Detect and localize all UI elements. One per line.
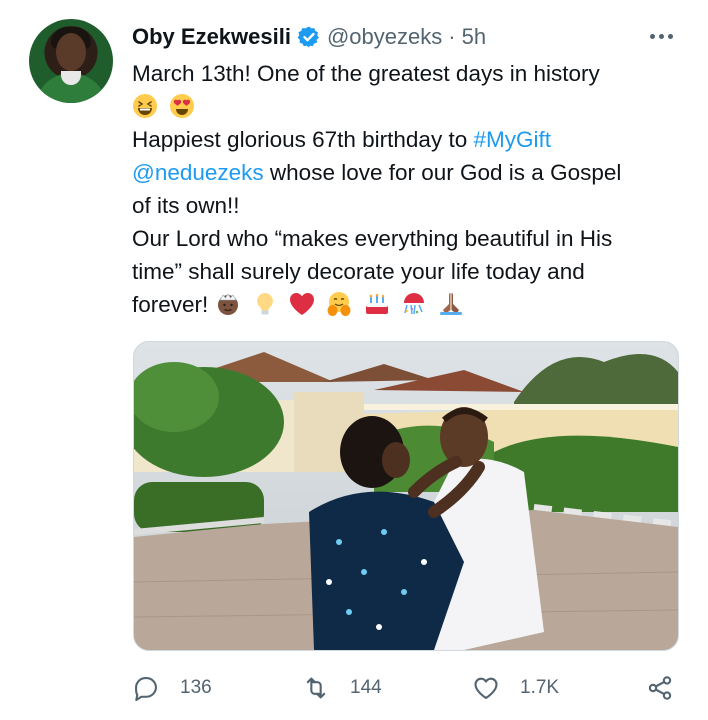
tweet-text: March 13th! One of the greatest days in … bbox=[132, 57, 692, 321]
like-button[interactable]: 1.7K bbox=[472, 668, 559, 708]
tweet-line-1: March 13th! One of the greatest days in … bbox=[132, 61, 600, 86]
reply-icon bbox=[135, 677, 157, 702]
tweet-line-8: forever! bbox=[132, 288, 692, 321]
tweet-line-8-text: forever! bbox=[132, 292, 209, 317]
tweet-actions: 136 144 1.7K bbox=[132, 668, 692, 708]
share-button[interactable] bbox=[646, 668, 694, 708]
avatar-face bbox=[56, 33, 86, 71]
reply-button[interactable]: 136 bbox=[132, 668, 212, 708]
heart-icon bbox=[474, 677, 498, 699]
tweet-line-4: @neduezeks whose love for our God is a G… bbox=[132, 156, 692, 189]
hashtag-link[interactable]: #MyGift bbox=[473, 127, 551, 152]
photo-scene bbox=[134, 342, 678, 650]
heart-eyes-face-icon bbox=[170, 94, 195, 118]
tweet-line-4-text: whose love for our God is a Gospel bbox=[263, 160, 622, 185]
author-avatar[interactable] bbox=[29, 19, 113, 103]
mention-link[interactable]: @neduezeks bbox=[132, 160, 264, 185]
grinning-squinting-face-icon bbox=[133, 94, 157, 118]
tweet-line-6: Our Lord who “makes everything beautiful… bbox=[132, 226, 613, 251]
red-heart-icon bbox=[290, 293, 315, 315]
verified-badge-icon bbox=[297, 26, 319, 48]
retweet-button[interactable]: 144 bbox=[302, 668, 382, 708]
birthday-cake-icon bbox=[365, 293, 388, 314]
retweet-count: 144 bbox=[350, 677, 382, 698]
man-with-crown-icon bbox=[217, 293, 238, 315]
tweet-media-photo[interactable] bbox=[133, 341, 679, 651]
hugging-face-icon bbox=[327, 292, 351, 316]
author-name[interactable]: Oby Ezekwesili bbox=[132, 24, 291, 50]
folded-hands-icon bbox=[440, 293, 463, 315]
light-bulb-icon bbox=[256, 293, 273, 315]
tweet-line-7: time” shall surely decorate your life to… bbox=[132, 259, 585, 284]
tweet-line-3: Happiest glorious 67th birthday to #MyGi… bbox=[132, 123, 692, 156]
tweet-timestamp[interactable]: 5h bbox=[462, 24, 486, 50]
like-count: 1.7K bbox=[520, 677, 560, 698]
tweet-line-3-text: Happiest glorious 67th birthday to bbox=[132, 127, 474, 152]
tweet-header: Oby Ezekwesili @obyezeks · 5h bbox=[132, 22, 486, 52]
retweet-icon bbox=[306, 677, 326, 699]
header-separator: · bbox=[448, 24, 456, 49]
tweet-line-emojis bbox=[132, 90, 692, 123]
more-options-icon[interactable] bbox=[650, 26, 680, 46]
tweet-line-5: of its own!! bbox=[132, 193, 240, 218]
confetti-ball-icon bbox=[403, 293, 424, 315]
reply-count: 136 bbox=[180, 677, 212, 698]
share-icon bbox=[648, 676, 672, 700]
author-handle[interactable]: @obyezeks bbox=[327, 24, 442, 50]
